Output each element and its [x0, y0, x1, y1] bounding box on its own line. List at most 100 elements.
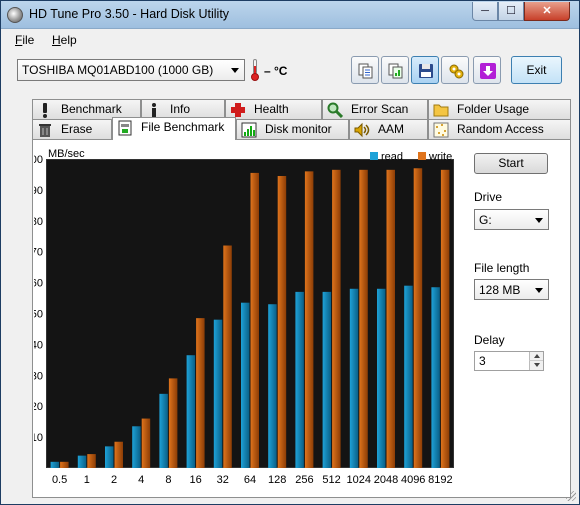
read-bar: [431, 287, 440, 468]
y-tick-label: 10: [34, 432, 43, 444]
exit-button[interactable]: Exit: [511, 56, 562, 84]
start-button[interactable]: Start: [474, 153, 548, 174]
y-tick-label: 30: [34, 370, 43, 382]
tab-disk-monitor[interactable]: Disk monitor: [236, 119, 349, 139]
file-length-value: 128 MB: [479, 283, 521, 297]
write-bar: [277, 175, 287, 468]
read-bar: [50, 461, 60, 468]
file-length-label: File length: [474, 261, 530, 275]
trash-icon: [39, 124, 51, 137]
temperature-readout: – °C: [264, 64, 288, 78]
read-legend-label: read: [381, 151, 403, 163]
y-tick-label: 60: [34, 278, 43, 290]
chevron-down-icon: [535, 218, 543, 223]
y-tick-label: 70: [34, 247, 43, 259]
app-icon[interactable]: [7, 7, 23, 23]
x-tick-label: 1024: [347, 474, 371, 486]
copy-screenshot-icon: [388, 63, 403, 79]
x-tick-label: 1: [84, 474, 90, 486]
delay-label: Delay: [474, 333, 505, 347]
minimize-button[interactable]: ─: [472, 2, 498, 21]
copy-info-button[interactable]: [351, 56, 379, 84]
download-icon: [480, 63, 496, 79]
y-tick-label: 40: [34, 339, 43, 351]
folder-icon: [433, 104, 449, 117]
write-legend-swatch: [418, 152, 426, 160]
tab-folder-usage[interactable]: Folder Usage: [428, 99, 571, 119]
maximize-button[interactable]: ☐: [498, 2, 524, 21]
drive-combo-value: G:: [479, 213, 492, 227]
x-tick-label: 0.5: [52, 474, 67, 486]
y-tick-label: 90: [34, 185, 43, 197]
drive-label: Drive: [474, 190, 503, 204]
tab-erase[interactable]: Erase: [32, 119, 112, 139]
thermometer-icon: [251, 59, 259, 81]
y-tick-label: 50: [34, 309, 43, 321]
read-bar: [186, 355, 196, 468]
exclamation-icon: [43, 103, 47, 118]
x-tick-label: 4096: [401, 474, 425, 486]
read-bar: [159, 393, 168, 468]
disk-monitor-icon: [241, 122, 257, 138]
x-tick-label: 8: [165, 474, 171, 486]
menu-help[interactable]: Help: [52, 33, 77, 47]
read-bar: [77, 455, 87, 468]
tab-info[interactable]: Info: [141, 99, 225, 119]
read-bar: [295, 291, 304, 468]
chevron-down-icon: [535, 288, 543, 293]
window-title: HD Tune Pro 3.50 - Hard Disk Utility: [29, 7, 230, 21]
download-button[interactable]: [473, 56, 501, 84]
write-bar: [304, 171, 314, 469]
options-icon: [449, 64, 464, 79]
write-bar: [141, 418, 151, 468]
x-tick-label: 4: [138, 474, 144, 486]
spin-down-icon[interactable]: [529, 361, 543, 370]
write-bar: [332, 169, 341, 468]
options-button[interactable]: [441, 56, 469, 84]
spin-up-icon[interactable]: [529, 352, 543, 361]
write-bar: [413, 168, 423, 468]
tab-health[interactable]: Health: [225, 99, 322, 119]
write-bar: [168, 378, 178, 468]
x-tick-label: 2048: [374, 474, 398, 486]
write-bar: [440, 169, 450, 468]
file-length-combo[interactable]: 128 MB: [474, 279, 549, 300]
app-window: HD Tune Pro 3.50 - Hard Disk Utility ─ ☐…: [0, 0, 580, 505]
x-tick-label: 16: [189, 474, 201, 486]
toolbar: TOSHIBA MQ01ABD100 (1000 GB) – °C Exit: [1, 51, 579, 91]
health-cross-icon: [231, 103, 245, 117]
tab-file-benchmark[interactable]: File Benchmark: [112, 117, 236, 140]
read-bar: [268, 304, 277, 468]
write-bar: [223, 245, 232, 468]
title-bar[interactable]: HD Tune Pro 3.50 - Hard Disk Utility ─ ☐…: [1, 1, 579, 29]
chevron-down-icon: [231, 68, 239, 73]
write-bar: [60, 461, 69, 468]
read-bar: [213, 319, 223, 468]
save-button[interactable]: [411, 56, 439, 84]
write-bar: [359, 169, 368, 468]
magnifier-icon: [327, 102, 343, 118]
read-bar: [377, 288, 386, 468]
random-access-icon: [433, 122, 449, 138]
read-bar: [132, 426, 141, 468]
read-bar: [349, 288, 359, 468]
drive-combo[interactable]: G:: [474, 209, 549, 230]
info-icon: [152, 103, 156, 117]
write-bar: [87, 454, 96, 468]
y-axis-label: MB/sec: [48, 148, 85, 160]
copy-screenshot-button[interactable]: [381, 56, 409, 84]
menu-bar: File Help: [1, 29, 579, 51]
tab-error-scan[interactable]: Error Scan: [322, 99, 428, 119]
tab-random-access[interactable]: Random Access: [428, 119, 571, 139]
write-legend-label: write: [428, 151, 452, 163]
delay-spinner[interactable]: 3: [474, 351, 544, 371]
read-legend-swatch: [370, 152, 378, 160]
drive-select[interactable]: TOSHIBA MQ01ABD100 (1000 GB): [17, 59, 245, 81]
x-tick-label: 2: [111, 474, 117, 486]
menu-file[interactable]: File: [15, 33, 34, 47]
tab-aam[interactable]: AAM: [349, 119, 428, 139]
file-benchmark-icon: [118, 120, 132, 136]
tab-benchmark[interactable]: Benchmark: [32, 99, 141, 119]
close-button[interactable]: ✕: [524, 2, 570, 21]
write-bar: [386, 169, 395, 468]
